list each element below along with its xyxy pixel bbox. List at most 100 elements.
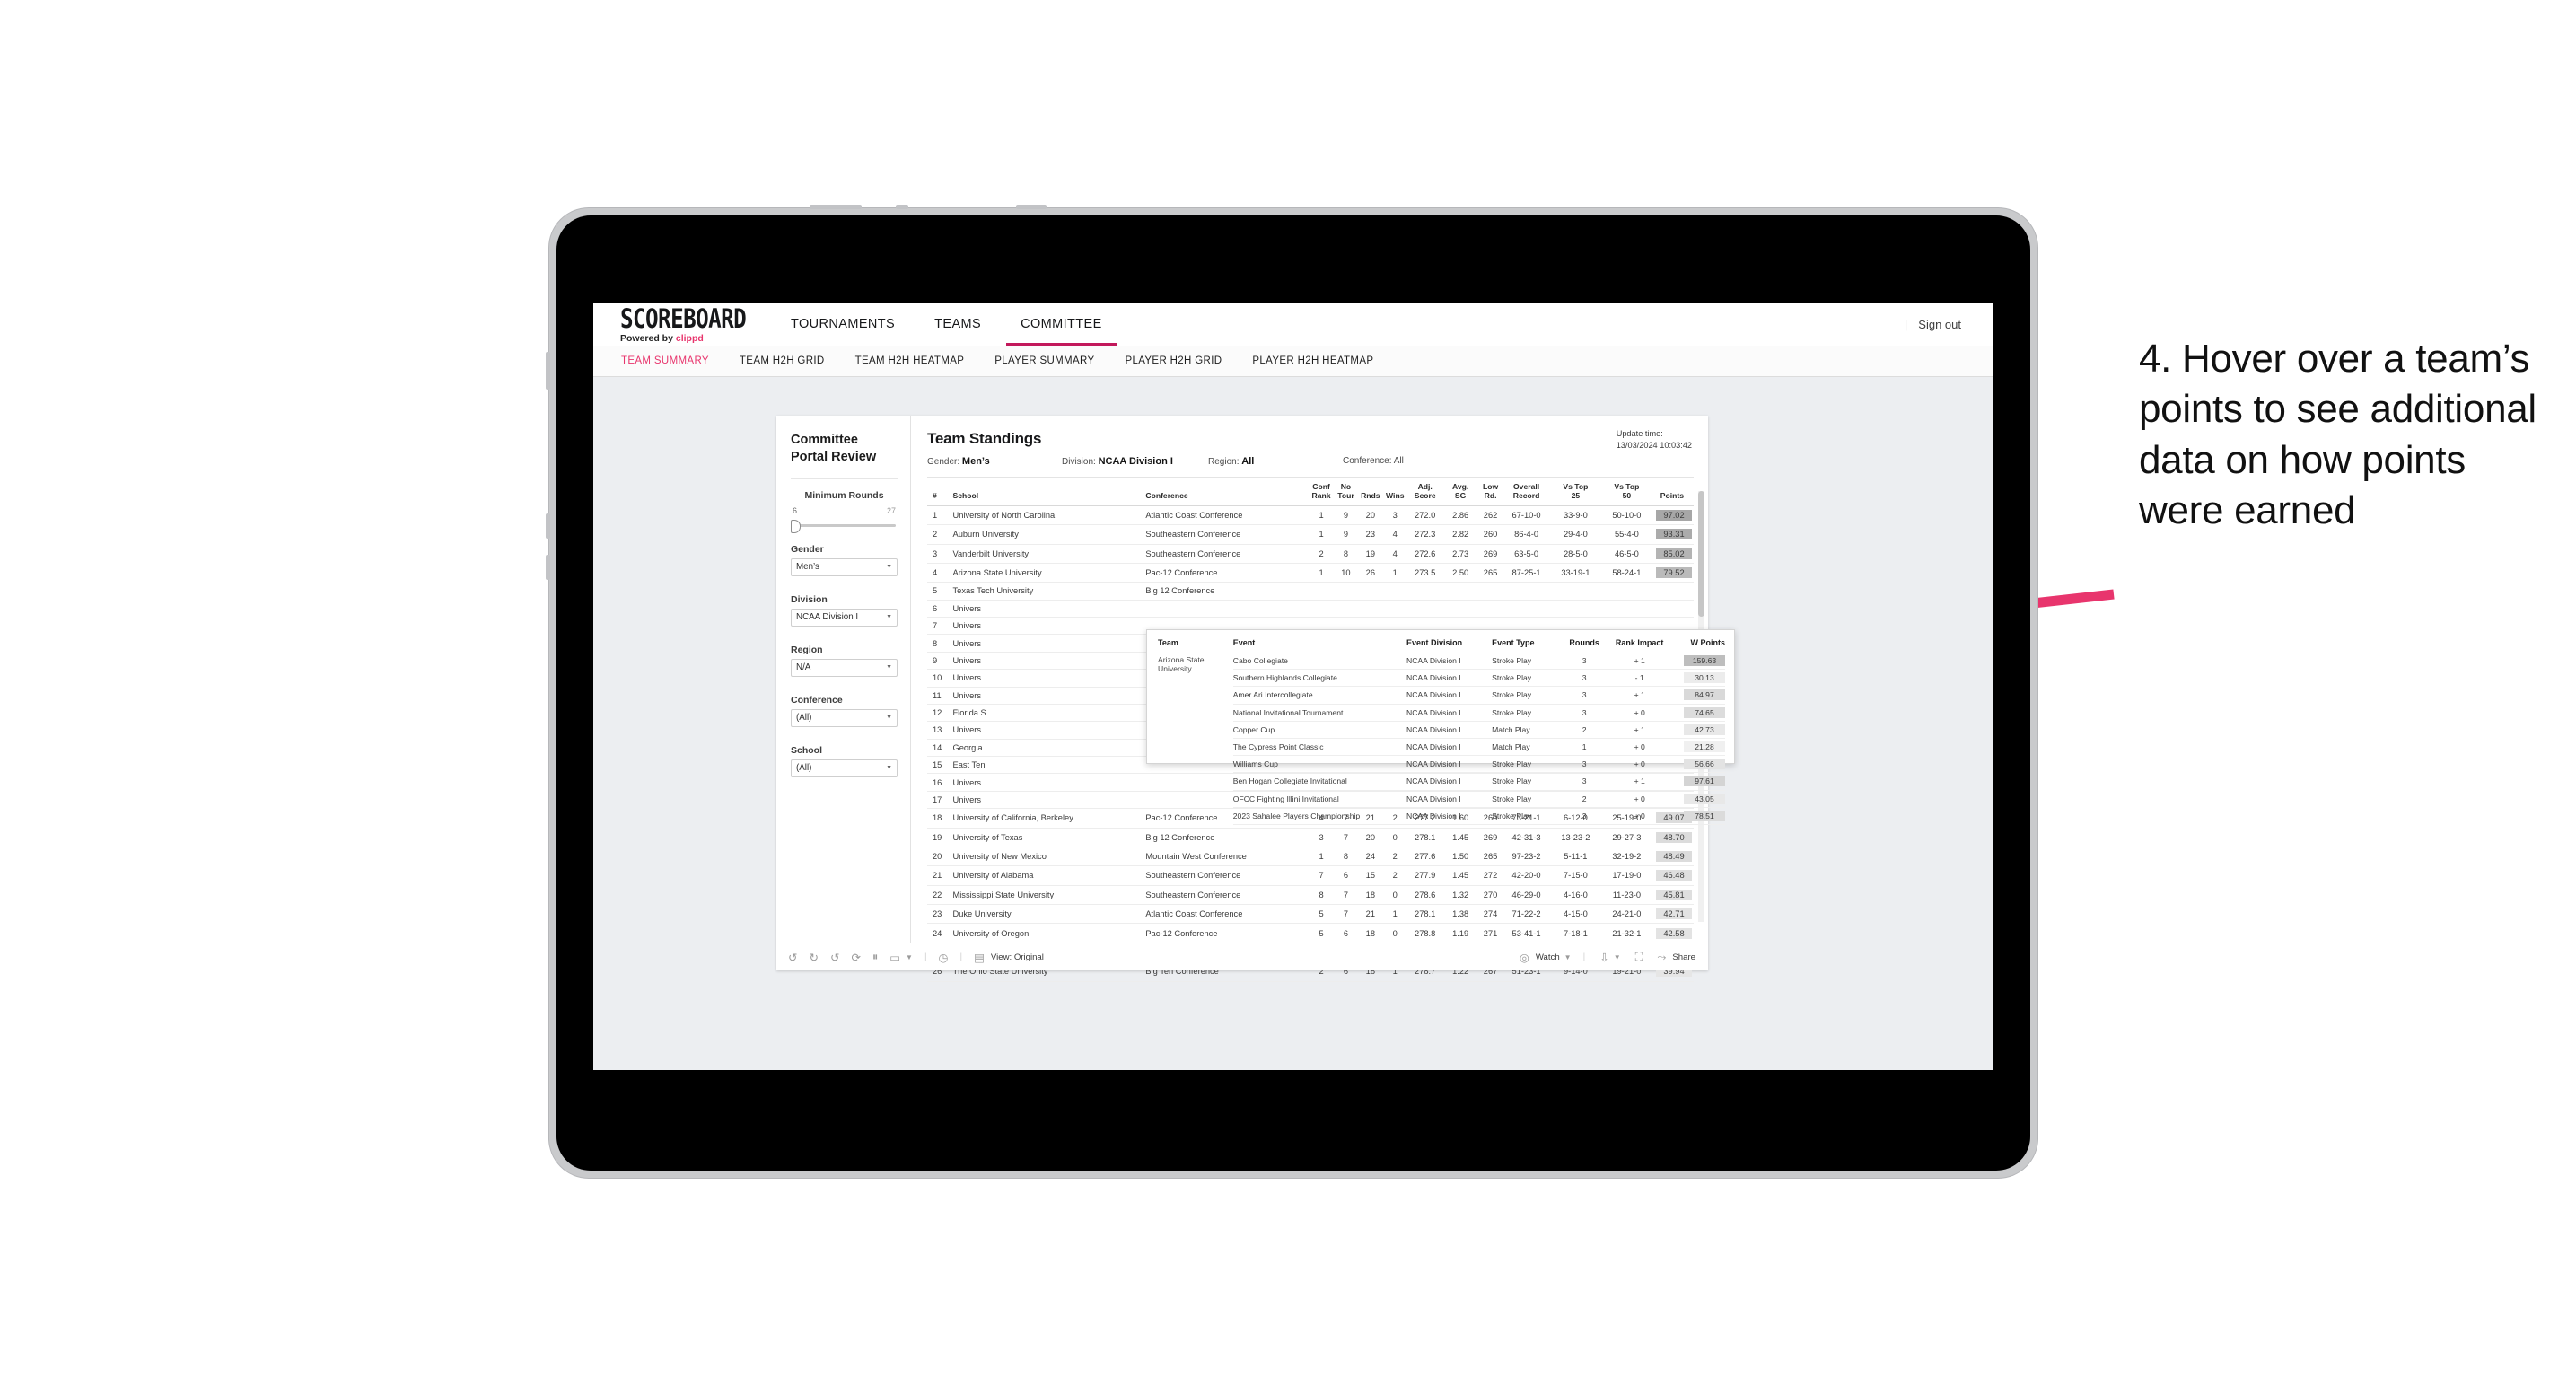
fullscreen-icon[interactable]: ⛶ [1635, 951, 1643, 964]
share-icon[interactable]: ⤳ [1657, 951, 1666, 964]
filter-gender-select[interactable]: Men’s ▼ [791, 557, 898, 576]
view-original-icon[interactable]: ▤ [974, 951, 985, 964]
tab-player-summary[interactable]: PLAYER SUMMARY [979, 355, 1109, 366]
cell-conf: Southeastern Conference [1145, 885, 1310, 906]
points-value[interactable]: 45.81 [1656, 889, 1692, 900]
share-label[interactable]: Share [1672, 952, 1695, 962]
tooltip-col-team: Team [1158, 638, 1178, 647]
table-row[interactable]: 1 University of North Carolina Atlantic Co… [927, 505, 1694, 526]
table-row[interactable]: 3 Vanderbilt University Southeastern Confe… [927, 544, 1694, 564]
chevron-down-icon[interactable]: ▼ [1564, 953, 1572, 961]
points-value[interactable]: 48.70 [1656, 831, 1692, 843]
col-no-tour[interactable]: No Tour [1333, 478, 1359, 506]
sign-out-button[interactable]: | Sign out [1905, 318, 1961, 331]
cell-points[interactable]: 79.52 [1652, 563, 1694, 583]
filter-region-select[interactable]: N/A ▼ [791, 658, 898, 677]
points-value[interactable]: 79.52 [1656, 567, 1692, 579]
cell-n: 20 [927, 847, 953, 867]
app-logo[interactable]: SCOREBOARD Powered by clippd [620, 305, 748, 344]
slider-handle[interactable] [791, 519, 801, 533]
cell-n: 7 [927, 617, 953, 636]
table-row[interactable]: 19 University of Texas Big 12 Conference 3 7… [927, 828, 1694, 847]
view-original-label[interactable]: View: Original [991, 952, 1044, 962]
minimum-rounds-slider[interactable] [791, 519, 898, 533]
cell-adj: 272.6 [1406, 544, 1443, 564]
points-value[interactable]: 42.71 [1656, 908, 1692, 920]
col-conf-rank[interactable]: Conf Rank [1309, 478, 1334, 506]
tab-team-h2h-heatmap[interactable]: TEAM H2H HEATMAP [840, 355, 980, 366]
filter-conference-select[interactable]: (All) ▼ [791, 708, 898, 727]
cell-points[interactable] [1652, 582, 1694, 601]
tab-player-h2h-grid[interactable]: PLAYER H2H GRID [1109, 355, 1237, 366]
download-icon[interactable]: ⇩ [1599, 951, 1608, 964]
col-rnds[interactable]: Rnds [1358, 478, 1383, 506]
col-rank[interactable]: # [927, 478, 953, 506]
points-value[interactable]: 48.49 [1656, 851, 1692, 863]
watch-label[interactable]: Watch [1536, 952, 1560, 962]
table-row[interactable]: 21 University of Alabama Southeastern Conf… [927, 865, 1694, 886]
table-row[interactable]: 22 Mississippi State University Southeaste… [927, 885, 1694, 906]
table-row[interactable]: 2 Auburn University Southeastern Conferenc… [927, 524, 1694, 545]
table-row[interactable]: 4 Arizona State University Pac-12 Conferen… [927, 563, 1694, 583]
table-row[interactable]: 20 University of New Mexico Mountain West … [927, 847, 1694, 867]
col-conference[interactable]: Conference [1145, 478, 1310, 506]
points-value[interactable]: 85.02 [1656, 548, 1692, 559]
col-points[interactable]: Points [1652, 478, 1694, 506]
table-row[interactable]: 24 University of Oregon Pac-12 Conference 5… [927, 923, 1694, 943]
scrollbar-thumb[interactable] [1698, 491, 1704, 617]
table-row[interactable]: 5 Texas Tech University Big 12 Conference [927, 582, 1694, 601]
table-row[interactable]: 23 Duke University Atlantic Coast Conferen… [927, 904, 1694, 925]
col-low-rd[interactable]: Low Rd. [1477, 478, 1503, 506]
cell-points[interactable]: 85.02 [1652, 544, 1694, 564]
cell-points[interactable]: 45.81 [1652, 885, 1694, 906]
tooltip-cell-type: Stroke Play [1492, 755, 1562, 774]
history-clock-icon[interactable]: ◷ [939, 951, 949, 964]
cell-points[interactable]: 42.71 [1652, 904, 1694, 925]
cell-points[interactable]: 48.49 [1652, 847, 1694, 867]
tab-team-summary[interactable]: TEAM SUMMARY [606, 355, 724, 366]
table-row[interactable]: 6 Univers [927, 600, 1694, 618]
col-wins[interactable]: Wins [1382, 478, 1407, 506]
revert-icon[interactable]: ↺ [830, 951, 839, 964]
col-vs-top-50[interactable]: Vs Top 50 [1600, 478, 1652, 506]
points-value[interactable]: 42.58 [1656, 927, 1692, 939]
device-side-button [546, 352, 550, 390]
cell-low [1477, 582, 1503, 601]
cell-n: 3 [927, 544, 953, 564]
watch-icon[interactable]: ◎ [1520, 951, 1529, 964]
nav-item-committee[interactable]: COMMITTEE [1001, 303, 1122, 346]
col-vs-top-25[interactable]: Vs Top 25 [1549, 478, 1601, 506]
cell-points[interactable]: 97.02 [1652, 505, 1694, 526]
pause-updates-icon[interactable]: ⏸ [872, 951, 878, 964]
points-value[interactable]: 93.31 [1656, 529, 1692, 540]
tooltip-cell-impact: - 1 [1607, 669, 1672, 688]
chevron-down-icon[interactable]: ▼ [906, 953, 913, 961]
col-avg-sg[interactable]: Avg. SG [1442, 478, 1478, 506]
col-school[interactable]: School [952, 478, 1146, 506]
nav-item-teams[interactable]: TEAMS [915, 303, 1001, 346]
cell-points[interactable]: 93.31 [1652, 524, 1694, 545]
tab-team-h2h-grid[interactable]: TEAM H2H GRID [724, 355, 840, 366]
highlight-icon[interactable]: ▭ [889, 951, 900, 964]
col-overall-record[interactable]: Overall Record [1503, 478, 1550, 506]
refresh-data-icon[interactable]: ⟳ [851, 951, 860, 964]
tab-player-h2h-heatmap[interactable]: PLAYER H2H HEATMAP [1237, 355, 1389, 366]
cell-sg [1442, 600, 1478, 618]
redo-icon[interactable]: ↻ [809, 951, 818, 964]
col-adj-score[interactable]: Adj. Score [1406, 478, 1443, 506]
tooltip-cell-event: Southern Highlands Collegiate [1232, 669, 1407, 688]
nav-item-tournaments[interactable]: TOURNAMENTS [771, 303, 915, 346]
cell-points[interactable]: 46.48 [1652, 865, 1694, 886]
filter-division-select[interactable]: NCAA Division I ▼ [791, 608, 898, 627]
cell-low [1477, 600, 1503, 618]
cell-points[interactable]: 48.70 [1652, 828, 1694, 847]
undo-icon[interactable]: ↺ [788, 951, 797, 964]
filter-school-select[interactable]: (All) ▼ [791, 759, 898, 777]
points-value[interactable]: 97.02 [1656, 509, 1692, 521]
chevron-down-icon[interactable]: ▼ [1614, 953, 1621, 961]
cell-school: Duke University [952, 904, 1146, 925]
cell-points[interactable] [1652, 600, 1694, 618]
points-value[interactable]: 46.48 [1656, 870, 1692, 882]
cell-adj: 272.3 [1406, 524, 1443, 545]
cell-points[interactable]: 42.58 [1652, 923, 1694, 943]
